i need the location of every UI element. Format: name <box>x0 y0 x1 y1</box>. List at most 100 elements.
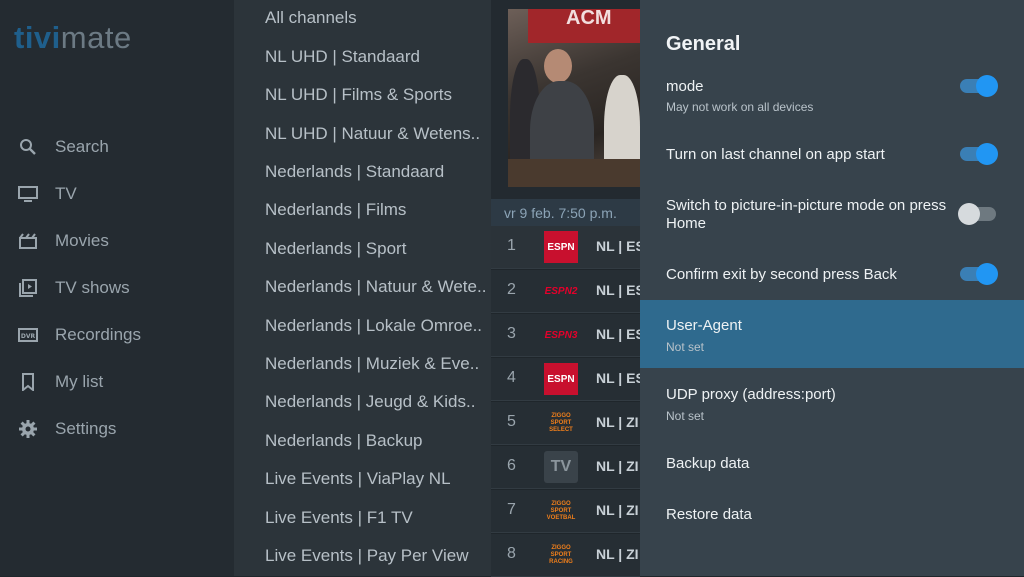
channel-name: NL | ZI <box>596 502 639 518</box>
nav-item-tv[interactable]: TV <box>0 174 234 214</box>
channel-number: 2 <box>507 281 516 298</box>
setting-subtitle: Not set <box>666 340 705 354</box>
setting-backup-data[interactable]: Backup data <box>640 440 1024 488</box>
setting-title: Confirm exit by second press Back <box>666 266 897 283</box>
epg-date-header: vr 9 feb. 7:50 p.m. <box>491 199 640 226</box>
group-item[interactable]: Live Events | Pay Per View <box>265 546 487 566</box>
video-preview[interactable]: ACM <box>491 0 640 199</box>
setting-restore-data[interactable]: Restore data <box>640 491 1024 539</box>
channel-name: NL | ES <box>596 326 640 342</box>
channel-name: NL | ES <box>596 370 640 386</box>
group-item[interactable]: NL UHD | Natuur & Wetens.. <box>265 124 487 144</box>
group-item[interactable]: Nederlands | Films <box>265 200 487 220</box>
nav-label: My list <box>55 372 104 391</box>
channel-row[interactable]: 5 ZIGGO SPORT SELECT NL | ZI <box>491 402 640 445</box>
setting-last-channel[interactable]: Turn on last channel on app start <box>640 130 1024 178</box>
tv-placeholder-logo: TV <box>544 451 578 483</box>
nav-item-my-list[interactable]: My list <box>0 362 234 402</box>
nav-item-recordings[interactable]: DVR Recordings <box>0 315 234 355</box>
setting-title: Restore data <box>666 506 752 523</box>
setting-subtitle: Not set <box>666 409 705 423</box>
setting-mode[interactable]: mode May not work on all devices <box>640 72 1024 120</box>
studio-desk <box>508 159 640 187</box>
group-item[interactable]: Nederlands | Muziek & Eve.. <box>265 354 487 374</box>
channel-row[interactable]: 1 ESPN NL | ES <box>491 226 640 269</box>
search-icon <box>17 136 39 158</box>
channel-row[interactable]: 4 ESPN NL | ES <box>491 358 640 401</box>
toggle-switch[interactable] <box>958 203 996 225</box>
toggle-knob <box>958 203 980 225</box>
nav-item-settings[interactable]: Settings <box>0 409 234 449</box>
setting-title: Turn on last channel on app start <box>666 146 885 163</box>
setting-udp-proxy[interactable]: UDP proxy (address:port) Not set <box>640 370 1024 436</box>
group-item[interactable]: Nederlands | Jeugd & Kids.. <box>265 392 487 412</box>
tv-icon <box>17 183 39 205</box>
nav-item-movies[interactable]: Movies <box>0 221 234 261</box>
channel-number: 4 <box>507 369 516 386</box>
channel-number: 6 <box>507 457 516 474</box>
bookmark-icon <box>17 371 39 393</box>
toggle-switch[interactable] <box>960 263 998 285</box>
group-item[interactable]: Live Events | ViaPlay NL <box>265 469 487 489</box>
setting-pip-home[interactable]: Switch to picture-in-picture mode on pre… <box>640 184 1024 254</box>
ziggo-sport-logo: ZIGGO SPORT VOETBAL <box>546 500 576 521</box>
group-item[interactable]: Nederlands | Standaard <box>265 162 487 182</box>
espn3-logo: ESPN3 <box>544 329 578 341</box>
group-item[interactable]: Nederlands | Lokale Omroe.. <box>265 316 487 336</box>
svg-text:DVR: DVR <box>21 333 36 340</box>
channel-number: 7 <box>507 501 516 518</box>
nav-item-search[interactable]: Search <box>0 127 234 167</box>
gear-icon <box>17 418 39 440</box>
app-logo: tivimate <box>14 20 132 55</box>
toggle-switch[interactable] <box>960 143 998 165</box>
channel-number: 1 <box>507 237 516 254</box>
channel-row[interactable]: 7 ZIGGO SPORT VOETBAL NL | ZI <box>491 490 640 533</box>
setting-title: mode <box>666 78 704 95</box>
group-item[interactable]: Live Events | F1 TV <box>265 508 487 528</box>
channel-name: NL | ES <box>596 238 640 254</box>
channel-row[interactable]: 3 ESPN3 NL | ES <box>491 314 640 357</box>
channel-groups-list: All channels NL UHD | Standaard NL UHD |… <box>234 0 491 576</box>
setting-title: User-Agent <box>666 317 742 334</box>
ziggo-sport-logo: ZIGGO SPORT RACING <box>549 544 573 565</box>
studio-banner: ACM <box>528 9 640 43</box>
channel-row[interactable]: 6 TV NL | ZI <box>491 446 640 489</box>
nav-item-tv-shows[interactable]: TV shows <box>0 268 234 308</box>
channel-name: NL | ES <box>596 282 640 298</box>
group-item[interactable]: NL UHD | Standaard <box>265 47 487 67</box>
espn-logo: ESPN <box>544 363 578 395</box>
channel-name: NL | ZI <box>596 414 639 430</box>
toggle-knob <box>976 75 998 97</box>
setting-confirm-exit[interactable]: Confirm exit by second press Back <box>640 252 1024 298</box>
person-head <box>544 49 572 83</box>
nav-label: Search <box>55 137 109 156</box>
nav-label: Recordings <box>55 325 141 344</box>
panel-title: General <box>666 33 741 55</box>
channel-row[interactable]: 8 ZIGGO SPORT RACING NL | ZI <box>491 534 640 577</box>
channel-number: 8 <box>507 545 516 562</box>
group-item[interactable]: NL UHD | Films & Sports <box>265 85 487 105</box>
group-item[interactable]: All channels <box>265 8 487 28</box>
toggle-switch[interactable] <box>960 75 998 97</box>
channel-name: NL | ZI <box>596 546 639 562</box>
setting-title: UDP proxy (address:port) <box>666 386 836 403</box>
group-item[interactable]: Nederlands | Backup <box>265 431 487 451</box>
channel-row[interactable]: 2 ESPN2 NL | ES <box>491 270 640 313</box>
side-navigation: tivimate Search TV Movies TV shows DVR R… <box>0 0 234 576</box>
toggle-knob <box>976 263 998 285</box>
setting-user-agent[interactable]: User-Agent Not set <box>640 300 1024 368</box>
dvr-icon: DVR <box>17 324 39 346</box>
channel-name: NL | ZI <box>596 458 639 474</box>
espn-logo: ESPN <box>544 231 578 263</box>
channel-number: 5 <box>507 413 516 430</box>
setting-subtitle: May not work on all devices <box>666 100 814 114</box>
group-item[interactable]: Nederlands | Sport <box>265 239 487 259</box>
ziggo-sport-logo: ZIGGO SPORT SELECT <box>549 412 573 433</box>
movie-icon <box>17 230 39 252</box>
espn2-logo: ESPN2 <box>544 285 578 297</box>
channel-number: 3 <box>507 325 516 342</box>
general-settings-panel: General mode May not work on all devices… <box>640 0 1024 576</box>
toggle-knob <box>976 143 998 165</box>
nav-label: TV <box>55 184 77 203</box>
group-item[interactable]: Nederlands | Natuur & Wete.. <box>265 277 487 297</box>
